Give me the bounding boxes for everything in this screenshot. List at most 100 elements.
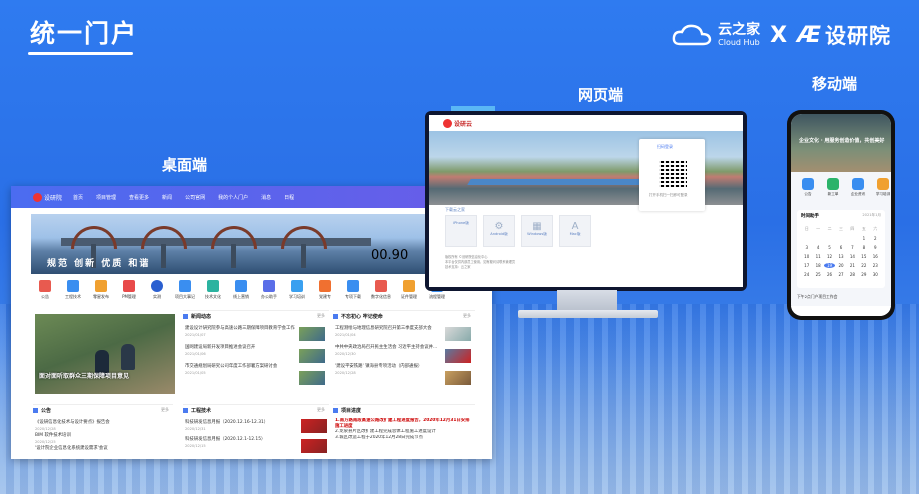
- calendar-day[interactable]: 11: [812, 254, 823, 259]
- download-iphone[interactable]: iPhone版: [445, 215, 477, 247]
- calendar-day[interactable]: 15: [858, 254, 869, 259]
- app-icon[interactable]: 项目大事记: [173, 280, 197, 300]
- list-item[interactable]: 科技研发信息月报（2020.12.16-12.31）: [185, 419, 297, 426]
- calendar-day[interactable]: 28: [847, 272, 858, 277]
- calendar-day[interactable]: 13: [835, 254, 846, 259]
- calendar-day[interactable]: 9: [870, 245, 881, 250]
- calendar-weekday: 二: [827, 226, 832, 231]
- list-item[interactable]: '建设平安铁路' 镇海县专项活动（内部通报）: [335, 363, 443, 370]
- item-date: 2021/01/06: [185, 352, 206, 356]
- list-item[interactable]: 市交通规划局研究公司年度工作部署方案研讨会: [185, 363, 295, 370]
- list-item[interactable]: 国网建设局新开发项目推进会议召开: [185, 344, 295, 351]
- list-item[interactable]: 3.城区改造工程于2020年12月28日完成节点: [335, 435, 473, 441]
- calendar-weekday: 六: [873, 226, 878, 231]
- app-icon[interactable]: 实测: [145, 280, 169, 300]
- nav-item[interactable]: 新闻: [162, 194, 172, 201]
- calendar-day[interactable]: 7: [847, 245, 858, 250]
- partner-name: 设研院: [825, 24, 891, 48]
- calendar-day[interactable]: 1: [858, 236, 869, 241]
- calendar-day[interactable]: 5: [824, 245, 835, 250]
- list-item[interactable]: 科技研发信息月报（2020.12.1-12.15）: [185, 436, 297, 443]
- mobile-app-icons: 公告 新工单 企业资讯 学习培训: [797, 178, 891, 197]
- panel-notice: 公告 更多 《设研信息化技术与设计要点》报告会 2020/12/28 BIM 软…: [33, 404, 173, 459]
- login-tab[interactable]: 扫码登录: [657, 144, 705, 150]
- calendar-day[interactable]: 2: [870, 236, 881, 241]
- app-icon[interactable]: 证件管理: [397, 280, 421, 300]
- list-item[interactable]: 工程测绘与地理信息研究院召开第三季度支部大会: [335, 325, 443, 332]
- nav-item[interactable]: 项目管理: [96, 194, 116, 201]
- calendar-day[interactable]: 20: [835, 263, 846, 268]
- calendar-day[interactable]: 4: [812, 245, 823, 250]
- app-icon[interactable]: PM管理: [117, 280, 141, 300]
- download-android[interactable]: ⚙ Android版: [483, 215, 515, 247]
- app-icon[interactable]: 办公助手: [257, 280, 281, 300]
- more-link[interactable]: 更多: [317, 313, 325, 319]
- download-mac[interactable]: A Mac版: [559, 215, 591, 247]
- calendar-day[interactable]: 24: [801, 272, 812, 277]
- calendar-day[interactable]: 21: [847, 263, 858, 268]
- phone-frame: 企业文化 · 用服务创造价值，共创美好 公告 新工单 企业资讯 学习培训 时间助…: [787, 110, 895, 320]
- mobile-app-icon[interactable]: 企业资讯: [847, 178, 869, 197]
- more-link[interactable]: 更多: [161, 407, 169, 413]
- calendar-day[interactable]: 22: [858, 263, 869, 268]
- calendar-day[interactable]: 12: [824, 254, 835, 259]
- download-windows[interactable]: ▦ Windows版: [521, 215, 553, 247]
- web-logo-text: 设研云: [454, 120, 473, 128]
- app-icon[interactable]: 数字化信息: [369, 280, 393, 300]
- calendar-day[interactable]: 17: [801, 263, 812, 268]
- list-item[interactable]: 中共中央政治局召开民主生活会 习近平主持会议并...: [335, 344, 443, 351]
- calendar-day[interactable]: 25: [812, 272, 823, 277]
- nav-item[interactable]: 日程: [284, 194, 294, 201]
- calendar-day[interactable]: 26: [824, 272, 835, 277]
- calendar-month[interactable]: 2021年1月: [862, 213, 881, 218]
- list-item[interactable]: 《设研信息化技术与设计要点》报告会: [35, 419, 169, 426]
- calendar-day[interactable]: 27: [835, 272, 846, 277]
- calendar-day[interactable]: 8: [858, 245, 869, 250]
- cloudhub-en: Cloud Hub: [718, 37, 760, 47]
- calendar-day[interactable]: 10: [801, 254, 812, 259]
- mobile-portal-screenshot: 企业文化 · 用服务创造价值，共创美好 公告 新工单 企业资讯 学习培训 时间助…: [791, 114, 891, 316]
- list-item[interactable]: '设计院企业信息化系统建设需求'会议: [35, 445, 169, 452]
- calendar-day[interactable]: 30: [870, 272, 881, 277]
- mobile-app-icon[interactable]: 学习培训: [872, 178, 891, 197]
- mobile-tabbar: [791, 306, 891, 316]
- app-icon[interactable]: 学习培训: [285, 280, 309, 300]
- app-icon[interactable]: 专项下载: [341, 280, 365, 300]
- task-item[interactable]: 下午2点门户项目工作会: [797, 294, 837, 300]
- list-item[interactable]: 1.南方路南段高速公路改扩建工程进度报告，2020年12月31日安排施工进度: [335, 418, 473, 429]
- desktop-logo: 设研院: [33, 192, 73, 202]
- calendar-day[interactable]: 29: [858, 272, 869, 277]
- app-icon[interactable]: 零星发布: [89, 280, 113, 300]
- app-icon[interactable]: 技术文化: [201, 280, 225, 300]
- bridge-pier: [231, 244, 236, 268]
- news-photo[interactable]: 面对面听取群众三期保障项目意见: [35, 314, 175, 394]
- cloudhub-cn: 云之家: [718, 21, 761, 38]
- calendar-day[interactable]: 19: [823, 263, 836, 268]
- more-link[interactable]: 更多: [463, 313, 471, 319]
- app-icon[interactable]: 线上营销: [229, 280, 253, 300]
- calendar-day[interactable]: 18: [812, 263, 823, 268]
- nav-item[interactable]: 查看更多: [129, 194, 149, 201]
- more-link[interactable]: 更多: [317, 407, 325, 413]
- mobile-app-icon[interactable]: 新工单: [822, 178, 844, 197]
- nav-item[interactable]: 我的个人门户: [218, 194, 248, 201]
- footer-line: 技术支持：云之家: [445, 265, 471, 269]
- calendar-day[interactable]: 14: [847, 254, 858, 259]
- news-thumbnail: [299, 371, 325, 385]
- app-icon[interactable]: 党建专: [313, 280, 337, 300]
- nav-item[interactable]: 公司官网: [185, 194, 205, 201]
- mobile-app-icon[interactable]: 公告: [797, 178, 819, 197]
- calendar-day[interactable]: 6: [835, 245, 846, 250]
- calendar-day: [824, 236, 835, 241]
- app-icon[interactable]: 公告: [33, 280, 57, 300]
- calendar-day[interactable]: 23: [870, 263, 881, 268]
- nav-item[interactable]: 消息: [261, 194, 271, 201]
- calendar-day: [801, 236, 812, 241]
- bridge-pier: [301, 244, 306, 268]
- nav-item[interactable]: 首页: [73, 194, 83, 201]
- calendar-day[interactable]: 16: [870, 254, 881, 259]
- calendar-day[interactable]: 3: [801, 245, 812, 250]
- list-item[interactable]: BIM 软件技术培训: [35, 432, 169, 439]
- app-icon[interactable]: 工程技术: [61, 280, 85, 300]
- list-item[interactable]: 建设设计研究院参与高速公路三期保障项目教育学会工作小记: [185, 325, 295, 332]
